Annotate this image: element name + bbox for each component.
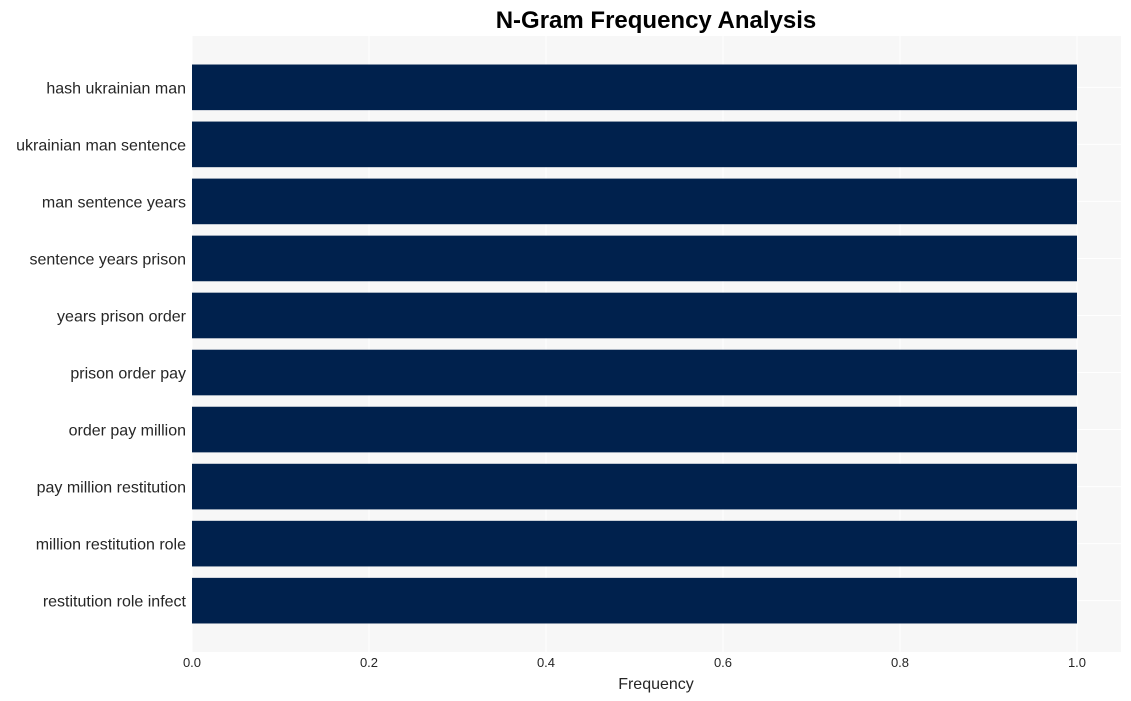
- x-tick-label: 0.4: [537, 655, 555, 670]
- bar: [192, 577, 1077, 624]
- bar: [192, 463, 1077, 510]
- y-tick-label: years prison order: [57, 308, 187, 325]
- x-tick-label: 0.0: [183, 655, 201, 670]
- y-tick-label: hash ukrainian man: [46, 80, 186, 97]
- y-tick-label: ukrainian man sentence: [16, 137, 186, 154]
- x-tick-label: 0.6: [714, 655, 732, 670]
- y-tick-label: sentence years prison: [29, 251, 186, 268]
- y-tick-label: million restitution role: [36, 537, 186, 554]
- bar: [192, 178, 1077, 225]
- bar: [192, 349, 1077, 396]
- x-tick-label: 0.8: [891, 655, 909, 670]
- y-axis-tick-labels: hash ukrainian man ukrainian man sentence…: [16, 80, 187, 610]
- x-tick-label: 1.0: [1068, 655, 1086, 670]
- y-tick-label: man sentence years: [42, 194, 186, 211]
- y-tick-label: prison order pay: [70, 366, 186, 383]
- x-tick-label: 0.2: [360, 655, 378, 670]
- y-tick-label: restitution role infect: [43, 594, 187, 611]
- y-tick-label: order pay million: [69, 423, 186, 440]
- bar: [192, 64, 1077, 111]
- bar: [192, 292, 1077, 339]
- y-tick-label: pay million restitution: [37, 480, 186, 497]
- x-axis-tick-labels: 0.0 0.2 0.4 0.6 0.8 1.0: [183, 655, 1086, 670]
- x-axis-label: Frequency: [618, 676, 694, 693]
- bar: [192, 520, 1077, 567]
- bar: [192, 406, 1077, 453]
- bar: [192, 121, 1077, 168]
- chart-title: N-Gram Frequency Analysis: [496, 7, 817, 34]
- ngram-bar-chart: N-Gram Frequency Analysis hash ukrainian…: [16, 7, 1121, 693]
- bar: [192, 235, 1077, 282]
